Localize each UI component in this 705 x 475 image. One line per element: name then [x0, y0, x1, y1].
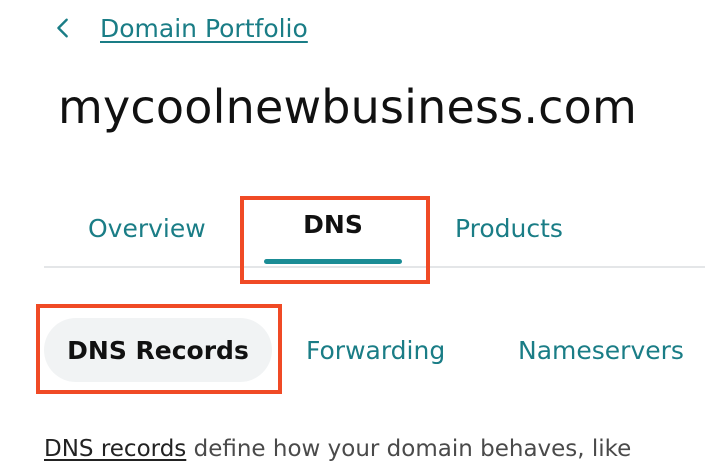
page-title: mycoolnewbusiness.com [58, 80, 638, 134]
tab-products-label: Products [455, 213, 563, 243]
breadcrumb: Domain Portfolio [52, 8, 308, 48]
dns-description: DNS records define how your domain behav… [44, 436, 631, 462]
tab-dns-label: DNS [303, 209, 363, 239]
tab-overview[interactable]: Overview [88, 190, 206, 266]
subtab-forwarding[interactable]: Forwarding [306, 318, 445, 382]
tabs-divider [44, 266, 705, 268]
page: Domain Portfolio mycoolnewbusiness.com O… [0, 0, 705, 475]
subtab-nameservers[interactable]: Nameservers [518, 318, 684, 382]
subtab-dns-records[interactable]: DNS Records [44, 318, 272, 382]
tab-dns[interactable]: DNS [258, 190, 408, 266]
subtab-nameservers-label: Nameservers [518, 335, 684, 365]
primary-tabs: Overview DNS Products [44, 190, 705, 268]
breadcrumb-link-domain-portfolio[interactable]: Domain Portfolio [100, 14, 308, 43]
tab-overview-label: Overview [88, 213, 206, 243]
dns-records-link[interactable]: DNS records [44, 436, 186, 462]
subtab-dns-records-label: DNS Records [67, 335, 249, 365]
dns-description-text: define how your domain behaves, like [186, 436, 632, 462]
active-tab-indicator [264, 259, 402, 264]
tab-products[interactable]: Products [455, 190, 563, 266]
chevron-left-icon[interactable] [52, 17, 74, 39]
subtab-forwarding-label: Forwarding [306, 335, 446, 365]
